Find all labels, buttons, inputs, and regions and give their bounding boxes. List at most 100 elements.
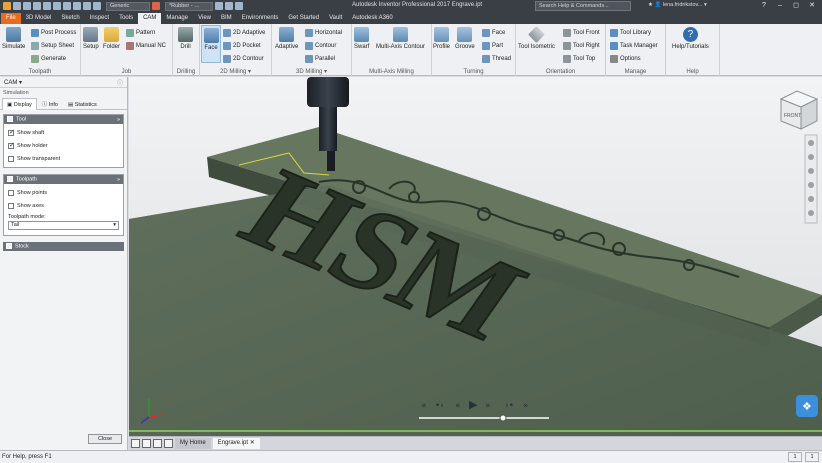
show-transparent-checkbox[interactable] bbox=[8, 155, 14, 162]
close-window-button[interactable]: ✕ bbox=[804, 0, 820, 12]
app-menu-icon[interactable] bbox=[3, 2, 11, 10]
milling-3d-panel-label[interactable]: 3D Milling ▾ bbox=[272, 68, 351, 75]
collapse-icon[interactable]: » bbox=[117, 177, 120, 183]
zoom-all-icon[interactable] bbox=[808, 210, 814, 216]
toolpath-group-header[interactable]: Toolpath » bbox=[4, 175, 123, 184]
tile-windows-icon[interactable] bbox=[131, 439, 140, 448]
stock-group-header[interactable]: Stock bbox=[3, 242, 124, 251]
toolpath-group-checkbox[interactable] bbox=[7, 176, 13, 183]
material-icon[interactable] bbox=[93, 2, 101, 10]
timeline-handle[interactable] bbox=[499, 414, 507, 422]
show-points-row[interactable]: Show points bbox=[8, 186, 119, 199]
show-shaft-row[interactable]: Show shaft bbox=[8, 126, 119, 139]
tab-inspect[interactable]: Inspect bbox=[85, 13, 114, 24]
open-icon[interactable] bbox=[23, 2, 31, 10]
manual-nc-button[interactable]: Manual NC bbox=[126, 40, 166, 51]
groove-button[interactable]: Groove bbox=[455, 27, 475, 50]
appearance-combo[interactable]: *Rubber - … bbox=[165, 1, 213, 11]
viewcube[interactable]: FRONT bbox=[779, 90, 819, 130]
show-holder-checkbox[interactable] bbox=[8, 141, 15, 149]
tab-engrave-ipt[interactable]: Engrave.ipt ✕ bbox=[212, 438, 260, 449]
redo-icon[interactable] bbox=[53, 2, 61, 10]
simulate-button[interactable]: Simulate bbox=[2, 27, 25, 50]
save-icon[interactable] bbox=[33, 2, 41, 10]
arrange-windows-icon[interactable] bbox=[153, 439, 162, 448]
pocket-2d-button[interactable]: 2D Pocket bbox=[223, 40, 261, 51]
tool-group-checkbox[interactable] bbox=[7, 116, 13, 123]
stock-group-checkbox[interactable] bbox=[6, 243, 12, 250]
multiaxis-contour-button[interactable]: Multi-Axis Contour bbox=[376, 27, 425, 50]
profile-button[interactable]: Profile bbox=[433, 27, 450, 50]
tab-vault[interactable]: Vault bbox=[324, 13, 347, 24]
tab-environments[interactable]: Environments bbox=[237, 13, 284, 24]
user-account[interactable]: ★ 👤 lena.fridrikstov... ▾ bbox=[648, 2, 707, 8]
contour-3d-button[interactable]: Contour bbox=[305, 40, 336, 51]
search-input[interactable]: Search Help & Commands... bbox=[535, 1, 631, 11]
tab-get-started[interactable]: Get Started bbox=[283, 13, 324, 24]
setup-button[interactable]: Setup bbox=[83, 27, 99, 50]
tab-manage[interactable]: Manage bbox=[161, 13, 193, 24]
tab-3d-model[interactable]: 3D Model bbox=[21, 13, 57, 24]
minimize-button[interactable]: – bbox=[772, 0, 788, 12]
tab-autodesk-a360[interactable]: Autodesk A360 bbox=[347, 13, 397, 24]
step-forward-icon[interactable]: ›• bbox=[505, 401, 514, 411]
adaptive-3d-button[interactable]: Adaptive bbox=[275, 27, 298, 50]
generate-button[interactable]: Generate bbox=[31, 53, 66, 64]
tool-library-button[interactable]: Tool Library bbox=[610, 27, 651, 38]
rewind-icon[interactable]: « bbox=[455, 401, 461, 411]
orbit-icon[interactable] bbox=[808, 182, 814, 188]
tool-front-button[interactable]: Tool Front bbox=[563, 27, 600, 38]
tool-isometric-button[interactable]: Tool Isometric bbox=[518, 26, 555, 50]
help-icon-small[interactable]: ⓘ bbox=[117, 78, 123, 87]
tab-file[interactable]: File bbox=[1, 13, 21, 24]
forward-icon[interactable]: » bbox=[485, 401, 491, 411]
share-button[interactable]: ❖ bbox=[796, 395, 818, 417]
face-button[interactable]: Face bbox=[201, 25, 221, 63]
tab-tools[interactable]: Tools bbox=[114, 13, 138, 24]
steering-wheel-icon[interactable] bbox=[808, 140, 814, 146]
browser-title-dropdown[interactable]: CAM ▾ bbox=[4, 79, 22, 86]
tab-view[interactable]: View bbox=[193, 13, 216, 24]
milling-2d-panel-label[interactable]: 2D Milling ▾ bbox=[200, 68, 271, 75]
tab-display[interactable]: ▣ Display bbox=[2, 98, 37, 110]
post-process-button[interactable]: Post Process bbox=[31, 27, 76, 38]
close-tab-icon[interactable]: ✕ bbox=[250, 440, 255, 446]
tab-cam[interactable]: CAM bbox=[138, 13, 162, 24]
help-icon[interactable]: ? bbox=[756, 0, 772, 12]
parallel-button[interactable]: Parallel bbox=[305, 53, 335, 64]
update-icon[interactable] bbox=[73, 2, 81, 10]
adaptive-2d-button[interactable]: 2D Adaptive bbox=[223, 27, 265, 38]
show-transparent-row[interactable]: Show transparent bbox=[8, 152, 119, 165]
help-tutorials-button[interactable]: ? Help/Tutorials bbox=[672, 27, 709, 50]
task-manager-button[interactable]: Task Manager bbox=[610, 40, 658, 51]
folder-button[interactable]: Folder bbox=[103, 27, 120, 50]
horizontal-button[interactable]: Horizontal bbox=[305, 27, 342, 38]
look-at-icon[interactable] bbox=[808, 196, 814, 202]
maximize-button[interactable]: ◻ bbox=[788, 0, 804, 12]
drill-button[interactable]: Drill bbox=[178, 27, 193, 50]
tool-group-header[interactable]: Tool » bbox=[4, 115, 123, 124]
graphics-viewport[interactable]: HSM « •‹ « ▶ » ›• » FRONT ❖ bbox=[129, 77, 822, 436]
part-button[interactable]: Part bbox=[482, 40, 503, 51]
tab-sketch[interactable]: Sketch bbox=[56, 13, 84, 24]
show-axes-checkbox[interactable] bbox=[8, 202, 14, 209]
pan-icon[interactable] bbox=[808, 154, 814, 160]
pattern-button[interactable]: Pattern bbox=[126, 27, 155, 38]
home-icon[interactable] bbox=[63, 2, 71, 10]
contour-2d-button[interactable]: 2D Contour bbox=[223, 53, 264, 64]
cascade-windows-icon[interactable] bbox=[142, 439, 151, 448]
show-holder-row[interactable]: Show holder bbox=[8, 139, 119, 152]
tab-bim[interactable]: BIM bbox=[216, 13, 237, 24]
show-shaft-checkbox[interactable] bbox=[8, 128, 15, 136]
close-button[interactable]: Close bbox=[88, 434, 122, 444]
new-file-icon[interactable] bbox=[13, 2, 21, 10]
toolpath-mode-select[interactable]: Tail bbox=[8, 221, 119, 230]
step-back-icon[interactable]: •‹ bbox=[435, 401, 444, 411]
previous-icon[interactable]: « bbox=[421, 401, 427, 411]
swarf-button[interactable]: Swarf bbox=[354, 27, 369, 50]
show-points-checkbox[interactable] bbox=[8, 189, 14, 196]
play-icon[interactable]: ▶ bbox=[469, 398, 478, 411]
undo-icon[interactable] bbox=[43, 2, 51, 10]
tool-top-button[interactable]: Tool Top bbox=[563, 53, 595, 64]
fx-icon[interactable] bbox=[215, 2, 223, 10]
